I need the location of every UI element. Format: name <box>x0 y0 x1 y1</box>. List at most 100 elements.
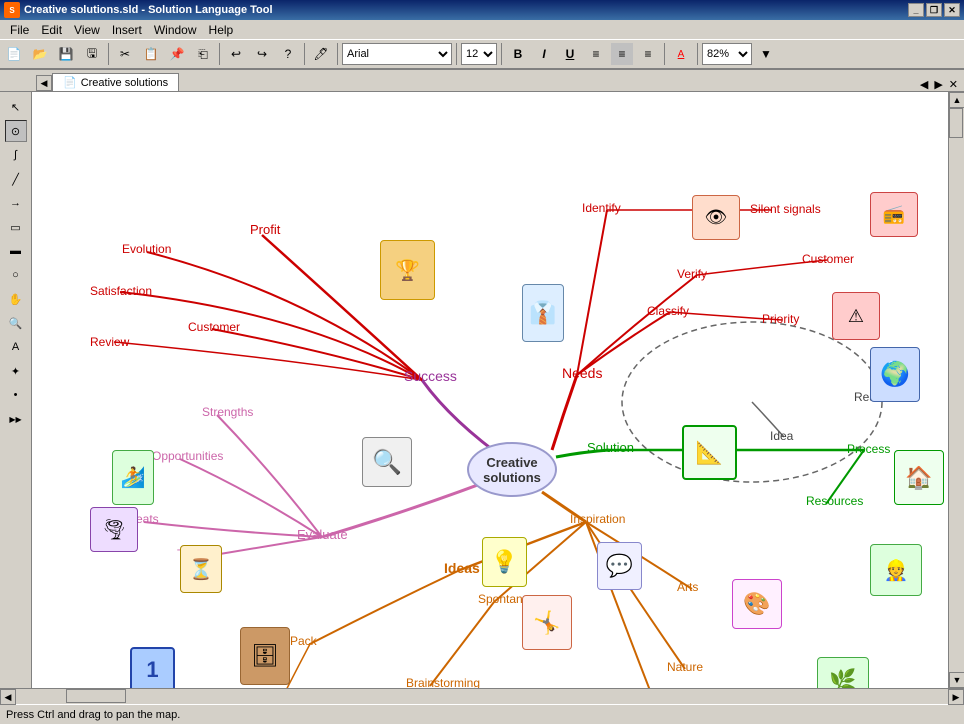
node-inspiration[interactable]: Inspiration <box>570 512 625 526</box>
star-tool[interactable]: ✦ <box>5 360 27 382</box>
expand-tool[interactable]: ▶▶ <box>5 408 27 430</box>
tab-nav-forward[interactable]: ▶ <box>932 78 944 91</box>
node-opportunities[interactable]: Opportunities <box>152 449 223 463</box>
paste-special-button[interactable]: ⎗ <box>191 42 215 66</box>
spontaneous-image: 🤸 <box>522 595 572 650</box>
node-arts[interactable]: Arts <box>677 580 698 594</box>
node-evolution[interactable]: Evolution <box>122 242 171 256</box>
node-review[interactable]: Review <box>90 335 129 349</box>
node-needs[interactable]: Needs <box>562 365 602 381</box>
open-button[interactable]: 📂 <box>28 42 52 66</box>
menu-view[interactable]: View <box>68 21 106 39</box>
bullet-tool[interactable]: • <box>5 384 27 406</box>
node-silent-signals[interactable]: Silent signals <box>750 202 821 216</box>
node-resources[interactable]: Resources <box>806 494 863 508</box>
zoom-selector[interactable]: 82% <box>702 43 752 65</box>
close-button[interactable]: ✕ <box>944 3 960 17</box>
h-scroll-track[interactable] <box>16 689 948 704</box>
node-verify[interactable]: Verify <box>677 267 707 281</box>
pointer-tool[interactable]: ↖ <box>5 96 27 118</box>
node-ideas[interactable]: Ideas <box>444 560 480 576</box>
underline-button[interactable]: U <box>558 42 582 66</box>
h-scroll-thumb[interactable] <box>66 689 126 703</box>
node-evaluate[interactable]: Evaluate <box>297 527 348 542</box>
tab-creative-solutions[interactable]: 📄 Creative solutions <box>52 73 179 91</box>
tab-nav-back[interactable]: ◀ <box>918 78 930 91</box>
tab-close[interactable]: ✕ <box>947 78 960 91</box>
filled-rect-tool[interactable]: ▬ <box>5 240 27 262</box>
font-size-selector[interactable]: 12 <box>461 43 497 65</box>
scroll-left-button[interactable]: ◀ <box>0 689 16 705</box>
identify-image: 👁 <box>692 195 740 240</box>
hourglass-image: ⏳ <box>180 545 222 593</box>
paste-button[interactable]: 📌 <box>165 42 189 66</box>
menu-window[interactable]: Window <box>148 21 203 39</box>
node-profit[interactable]: Profit <box>250 222 280 237</box>
scroll-up-button[interactable]: ▲ <box>949 92 964 108</box>
line-tool[interactable]: ╱ <box>5 168 27 190</box>
menu-help[interactable]: Help <box>203 21 240 39</box>
zoom-tool[interactable]: 🔍 <box>5 312 27 334</box>
node-process[interactable]: Process <box>847 442 890 456</box>
select-tool[interactable]: ⊙ <box>5 120 27 142</box>
undo-button[interactable]: ↩ <box>224 42 248 66</box>
help-toolbar-button[interactable]: ? <box>276 42 300 66</box>
node-strengths[interactable]: Strengths <box>202 405 253 419</box>
center-node-label: Creative solutions <box>483 455 541 485</box>
align-left-button[interactable]: ≡ <box>584 42 608 66</box>
canvas-area[interactable]: Creative solutions Profit Evolution Sati… <box>32 92 948 688</box>
cut-button[interactable]: ✂ <box>113 42 137 66</box>
save-button[interactable]: 💾 <box>54 42 78 66</box>
tab-document-icon: 📄 <box>63 76 77 89</box>
menu-edit[interactable]: Edit <box>35 21 68 39</box>
node-idea[interactable]: Idea <box>770 429 793 443</box>
italic-button[interactable]: I <box>532 42 556 66</box>
toolbar-sep-6 <box>501 43 502 65</box>
arrow-tool[interactable]: → <box>5 192 27 214</box>
tornado-image: 🌪 <box>90 507 138 552</box>
inspiration-image: 💬 <box>597 542 642 590</box>
copy-button[interactable]: 📋 <box>139 42 163 66</box>
tab-nav-prev[interactable]: ◀ <box>36 75 52 91</box>
tab-label: Creative solutions <box>81 77 168 89</box>
zoom-dropdown-button[interactable]: ▼ <box>754 42 778 66</box>
node-classify[interactable]: Classify <box>647 304 689 318</box>
node-priority[interactable]: Priority <box>762 312 799 326</box>
scroll-track[interactable] <box>949 108 964 672</box>
save-as-button[interactable]: 🖫 <box>80 42 104 66</box>
node-satisfaction[interactable]: Satisfaction <box>90 284 152 298</box>
node-customer-right[interactable]: Customer <box>802 252 854 266</box>
node-solution[interactable]: Solution <box>587 440 634 455</box>
align-center-button[interactable]: ≡ <box>610 42 634 66</box>
node-customer-top[interactable]: Customer <box>188 320 240 334</box>
node-identify[interactable]: Identify <box>582 201 621 215</box>
menu-insert[interactable]: Insert <box>106 21 148 39</box>
scroll-right-button[interactable]: ▶ <box>948 689 964 705</box>
format-button[interactable]: 🖊 <box>309 42 333 66</box>
hand-tool[interactable]: ✋ <box>5 288 27 310</box>
node-pack[interactable]: Pack <box>290 634 317 648</box>
font-color-button[interactable]: A <box>669 42 693 66</box>
circle-tool[interactable]: ○ <box>5 264 27 286</box>
new-button[interactable]: 📄 <box>2 42 26 66</box>
minimize-button[interactable]: _ <box>908 3 924 17</box>
font-selector[interactable]: Arial <box>342 43 452 65</box>
node-nature[interactable]: Nature <box>667 660 703 674</box>
node-brainstorming[interactable]: Brainstorming <box>406 676 480 688</box>
redo-button[interactable]: ↪ <box>250 42 274 66</box>
titlebar: S Creative solutions.sld - Solution Lang… <box>0 0 964 20</box>
restore-button[interactable]: ❐ <box>926 3 942 17</box>
menu-file[interactable]: File <box>4 21 35 39</box>
tab-controls: ◀ ▶ ✕ <box>918 78 964 91</box>
menubar: File Edit View Insert Window Help <box>0 20 964 40</box>
scroll-down-button[interactable]: ▼ <box>949 672 964 688</box>
curve-tool[interactable]: ∫ <box>5 144 27 166</box>
center-node[interactable]: Creative solutions <box>467 442 557 497</box>
resources-image: 👷 <box>870 544 922 596</box>
scroll-thumb[interactable] <box>949 108 963 138</box>
node-success[interactable]: Success <box>404 368 457 384</box>
text-tool[interactable]: A <box>5 336 27 358</box>
bold-button[interactable]: B <box>506 42 530 66</box>
align-right-button[interactable]: ≡ <box>636 42 660 66</box>
rect-tool[interactable]: ▭ <box>5 216 27 238</box>
